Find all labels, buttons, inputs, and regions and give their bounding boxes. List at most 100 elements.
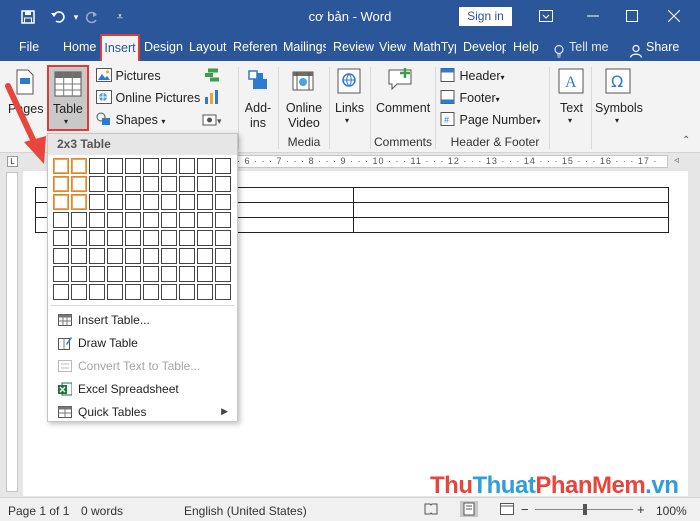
excel-spreadsheet-item[interactable]: Excel Spreadsheet [52, 378, 234, 399]
tab-design[interactable]: Design [144, 34, 183, 61]
maximize-icon[interactable] [614, 4, 650, 28]
table-cell[interactable] [353, 217, 669, 233]
web-layout-icon[interactable] [500, 503, 514, 518]
screenshot-icon[interactable]: ▾ [202, 112, 224, 129]
table-grid-cell[interactable] [71, 194, 87, 210]
pictures-button[interactable]: Pictures [96, 68, 161, 85]
language-indicator[interactable]: English (United States) [184, 504, 307, 518]
table-grid-cell[interactable] [53, 266, 69, 282]
table-grid-cell[interactable] [179, 194, 195, 210]
table-grid-cell[interactable] [71, 266, 87, 282]
table-grid-cell[interactable] [107, 284, 123, 300]
text-button[interactable]: A Text ▾ [554, 66, 588, 132]
addins-button[interactable]: Add-ins [243, 66, 273, 132]
tab-home[interactable]: Home [63, 34, 96, 61]
close-icon[interactable] [656, 4, 692, 28]
collapse-ribbon-icon[interactable]: ⌃ [682, 135, 690, 146]
table-grid-cell[interactable] [179, 158, 195, 174]
table-grid-cell[interactable] [89, 284, 105, 300]
tab-insert[interactable]: Insert [100, 34, 140, 61]
shapes-button[interactable]: Shapes ▾ [96, 112, 165, 129]
draw-table-item[interactable]: Draw Table [52, 332, 234, 353]
table-grid-cell[interactable] [197, 248, 213, 264]
tab-mailings[interactable]: Mailings [283, 34, 326, 61]
table-grid-cell[interactable] [179, 284, 195, 300]
symbols-button[interactable]: Ω Symbols ▾ [595, 66, 643, 132]
word-count[interactable]: 0 words [81, 504, 123, 518]
table-grid-cell[interactable] [161, 176, 177, 192]
table-cell[interactable] [353, 187, 669, 203]
table-grid-cell[interactable] [197, 266, 213, 282]
zoom-in-icon[interactable]: + [637, 502, 645, 517]
table-grid-cell[interactable] [197, 212, 213, 228]
header-button[interactable]: Header▾ [440, 68, 505, 85]
table-grid-cell[interactable] [89, 212, 105, 228]
tab-mathtype[interactable]: MathTyp [413, 34, 456, 61]
table-grid-cell[interactable] [71, 248, 87, 264]
table-grid-cell[interactable] [215, 284, 231, 300]
online-pictures-button[interactable]: Online Pictures [96, 90, 200, 107]
table-grid-cell[interactable] [125, 194, 141, 210]
table-grid-cell[interactable] [125, 266, 141, 282]
table-grid-cell[interactable] [89, 266, 105, 282]
table-grid-cell[interactable] [125, 212, 141, 228]
vertical-ruler[interactable] [6, 172, 18, 492]
convert-text-to-table-item[interactable]: Convert Text to Table... [52, 355, 234, 376]
table-grid-cell[interactable] [143, 194, 159, 210]
table-grid-cell[interactable] [53, 284, 69, 300]
footer-button[interactable]: Footer▾ [440, 90, 500, 107]
table-grid-cell[interactable] [53, 212, 69, 228]
table-grid-cell[interactable] [107, 248, 123, 264]
comment-button[interactable]: Comment [374, 66, 430, 132]
table-grid-cell[interactable] [107, 176, 123, 192]
table-grid-cell[interactable] [215, 230, 231, 246]
table-grid-cell[interactable] [89, 248, 105, 264]
table-grid-cell[interactable] [89, 230, 105, 246]
zoom-out-icon[interactable]: − [521, 502, 529, 517]
table-grid-cell[interactable] [125, 284, 141, 300]
tell-me-box[interactable]: Tell me [552, 34, 609, 61]
sign-in-button[interactable]: Sign in [459, 7, 512, 26]
table-grid-cell[interactable] [215, 194, 231, 210]
insert-table-item[interactable]: Insert Table... [52, 309, 234, 330]
table-grid-cell[interactable] [143, 248, 159, 264]
table-grid-cell[interactable] [143, 212, 159, 228]
zoom-slider-thumb[interactable] [583, 504, 587, 515]
table-grid-cell[interactable] [143, 230, 159, 246]
table-grid-cell[interactable] [143, 158, 159, 174]
minimize-icon[interactable] [575, 4, 611, 28]
table-grid-cell[interactable] [143, 176, 159, 192]
tab-references[interactable]: Referenc [233, 34, 277, 61]
links-button[interactable]: Links ▾ [333, 66, 365, 132]
table-grid-cell[interactable] [179, 248, 195, 264]
table-grid-cell[interactable] [197, 176, 213, 192]
page-number-button[interactable]: # Page Number▾ [440, 112, 541, 129]
tab-layout[interactable]: Layout [189, 34, 227, 61]
table-grid-cell[interactable] [71, 158, 87, 174]
table-grid-cell[interactable] [53, 248, 69, 264]
table-grid-cell[interactable] [161, 230, 177, 246]
tab-view[interactable]: View [379, 34, 406, 61]
table-grid-cell[interactable] [107, 212, 123, 228]
tab-developer[interactable]: Develop [463, 34, 506, 61]
tab-help[interactable]: Help [513, 34, 539, 61]
table-grid-cell[interactable] [89, 176, 105, 192]
table-grid-cell[interactable] [143, 266, 159, 282]
table-grid-cell[interactable] [125, 176, 141, 192]
read-mode-icon[interactable] [424, 503, 438, 518]
table-grid-cell[interactable] [125, 158, 141, 174]
table-grid-cell[interactable] [125, 248, 141, 264]
table-grid-cell[interactable] [71, 230, 87, 246]
table-grid-cell[interactable] [107, 158, 123, 174]
chart-icon[interactable] [204, 90, 220, 107]
table-grid-cell[interactable] [143, 284, 159, 300]
table-grid-cell[interactable] [161, 158, 177, 174]
table-grid-cell[interactable] [107, 230, 123, 246]
table-grid-cell[interactable] [215, 248, 231, 264]
table-grid-cell[interactable] [53, 230, 69, 246]
table-grid-cell[interactable] [179, 266, 195, 282]
table-grid-cell[interactable] [197, 194, 213, 210]
quick-tables-item[interactable]: Quick Tables ▶ [52, 401, 234, 422]
table-grid-cell[interactable] [215, 176, 231, 192]
table-grid-cell[interactable] [179, 212, 195, 228]
